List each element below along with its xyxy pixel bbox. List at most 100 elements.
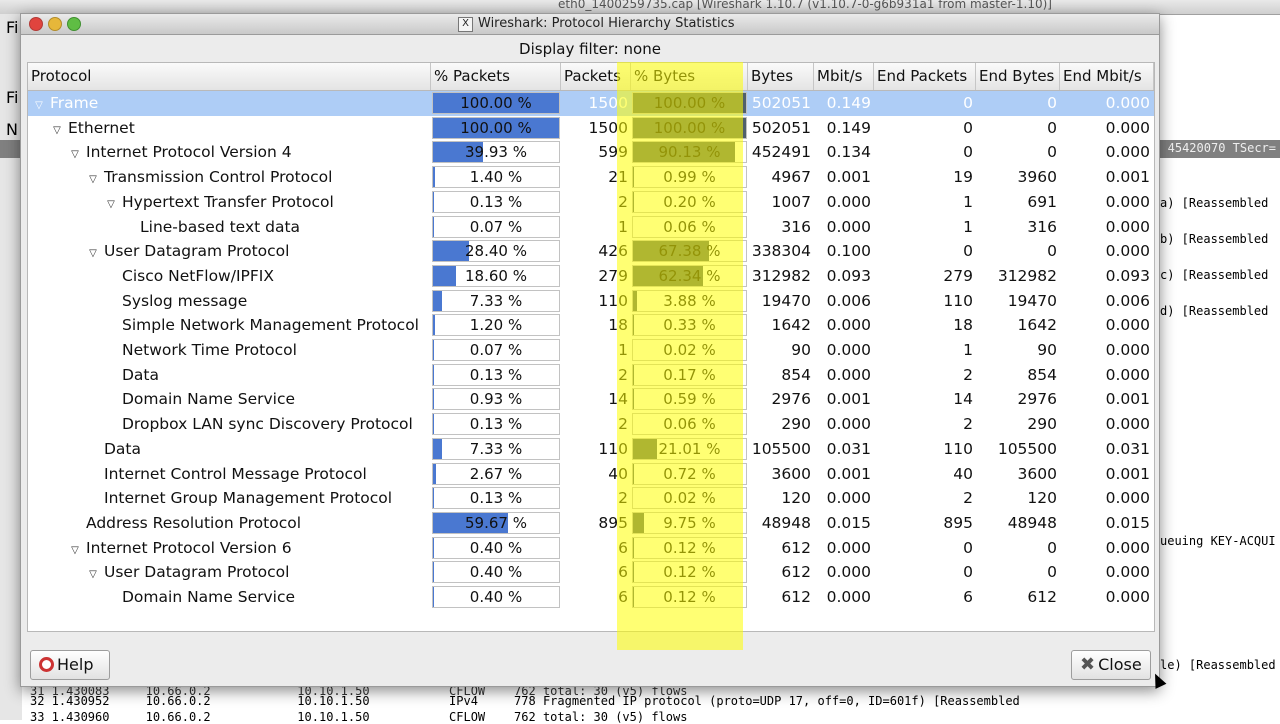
- pct-packets-bar: 0.07 %: [432, 216, 560, 238]
- table-row[interactable]: ▽User Datagram Protocol28.40 %67.38 %426…: [28, 239, 1154, 264]
- menu-fragment[interactable]: Fi: [6, 18, 18, 37]
- column-header-end-mbits[interactable]: End Mbit/s: [1060, 63, 1154, 90]
- menu-fragment-2[interactable]: Fi: [6, 88, 18, 107]
- close-icon: ✖: [1080, 651, 1095, 679]
- mbit-cell: 0.000: [814, 313, 871, 338]
- close-window-button[interactable]: [29, 17, 43, 31]
- table-row[interactable]: ▽Frame100.00 %100.00 %15005020510.149000…: [28, 91, 1154, 116]
- packet-info-line[interactable]: d) [Reassembled: [1160, 304, 1268, 318]
- bytes-cell: 1642: [748, 313, 811, 338]
- disclosure-triangle-icon[interactable]: ▽: [32, 94, 46, 116]
- end-mbit-cell: 0.000: [1060, 190, 1150, 215]
- end-packets-cell: 895: [874, 511, 973, 536]
- mbit-cell: 0.100: [814, 239, 871, 264]
- table-row[interactable]: Cisco NetFlow/IPFIX18.60 %62.34 %2793129…: [28, 264, 1154, 289]
- mbit-cell: 0.149: [814, 116, 871, 141]
- end-bytes-cell: 691: [976, 190, 1057, 215]
- pct-packets-bar-text: 28.40 %: [433, 241, 559, 261]
- packet-info-line[interactable]: le) [Reassembled: [1160, 658, 1276, 672]
- protocol-cell: Internet Control Message Protocol: [28, 462, 486, 487]
- protocol-hierarchy-table: Protocol % Packets Packets % Bytes Bytes…: [27, 62, 1155, 632]
- end-bytes-cell: 854: [976, 363, 1057, 388]
- end-packets-cell: 19: [874, 165, 973, 190]
- disclosure-triangle-icon[interactable]: ▽: [104, 193, 118, 215]
- disclosure-triangle-icon[interactable]: ▽: [68, 143, 82, 165]
- table-row[interactable]: Address Resolution Protocol59.67 %9.75 %…: [28, 511, 1154, 536]
- packets-cell: 1: [561, 338, 628, 363]
- packets-cell: 1500: [561, 91, 628, 116]
- column-header-mbits[interactable]: Mbit/s: [814, 63, 874, 90]
- disclosure-triangle-icon[interactable]: ▽: [68, 539, 82, 561]
- table-row[interactable]: Dropbox LAN sync Discovery Protocol0.13 …: [28, 412, 1154, 437]
- table-row[interactable]: Simple Network Management Protocol1.20 %…: [28, 313, 1154, 338]
- table-row[interactable]: Data0.13 %0.17 %28540.00028540.000: [28, 363, 1154, 388]
- table-row[interactable]: Data7.33 %21.01 %1101055000.031110105500…: [28, 437, 1154, 462]
- pct-bytes-bar: 3.88 %: [632, 290, 747, 312]
- end-mbit-cell: 0.001: [1060, 165, 1150, 190]
- disclosure-triangle-icon[interactable]: ▽: [86, 563, 100, 585]
- pct-bytes-bar: 0.06 %: [632, 216, 747, 238]
- end-mbit-cell: 0.000: [1060, 486, 1150, 511]
- disclosure-triangle-icon[interactable]: ▽: [50, 119, 64, 141]
- end-bytes-cell: 3960: [976, 165, 1057, 190]
- end-mbit-cell: 0.000: [1060, 412, 1150, 437]
- table-row[interactable]: ▽Ethernet100.00 %100.00 %15005020510.149…: [28, 116, 1154, 141]
- bytes-cell: 1007: [748, 190, 811, 215]
- end-bytes-cell: 120: [976, 486, 1057, 511]
- table-row[interactable]: Syslog message7.33 %3.88 %110194700.0061…: [28, 289, 1154, 314]
- end-packets-cell: 2: [874, 486, 973, 511]
- protocol-name: Hypertext Transfer Protocol: [122, 193, 334, 211]
- disclosure-triangle-icon[interactable]: ▽: [86, 242, 100, 264]
- end-bytes-cell: 316: [976, 215, 1057, 240]
- protocol-name: User Datagram Protocol: [104, 242, 289, 260]
- disclosure-triangle-icon[interactable]: ▽: [86, 168, 100, 190]
- end-packets-cell: 2: [874, 363, 973, 388]
- table-row[interactable]: ▽User Datagram Protocol0.40 %0.12 %66120…: [28, 560, 1154, 585]
- pct-packets-bar: 2.67 %: [432, 463, 560, 485]
- protocol-cell: ▽User Datagram Protocol: [28, 239, 486, 264]
- maximize-window-button[interactable]: [67, 17, 81, 31]
- table-row[interactable]: ▽Transmission Control Protocol1.40 %0.99…: [28, 165, 1154, 190]
- packet-info-line[interactable]: c) [Reassembled: [1160, 268, 1268, 282]
- column-header-end-bytes[interactable]: End Bytes: [976, 63, 1060, 90]
- table-row[interactable]: Domain Name Service0.93 %0.59 %1429760.0…: [28, 387, 1154, 412]
- end-packets-cell: 0: [874, 140, 973, 165]
- table-row[interactable]: ▽Internet Protocol Version 439.93 %90.13…: [28, 140, 1154, 165]
- pct-bytes-bar: 0.02 %: [632, 487, 747, 509]
- table-row[interactable]: Line-based text data0.07 %0.06 %13160.00…: [28, 215, 1154, 240]
- end-mbit-cell: 0.000: [1060, 215, 1150, 240]
- packets-cell: 6: [561, 536, 628, 561]
- protocol-name: Domain Name Service: [122, 390, 295, 408]
- table-row[interactable]: Domain Name Service0.40 %0.12 %66120.000…: [28, 585, 1154, 610]
- pct-packets-bar-text: 0.13 %: [433, 365, 559, 385]
- pct-bytes-bar-text: 0.12 %: [633, 587, 746, 607]
- packet-info-line[interactable]: a) [Reassembled: [1160, 196, 1268, 210]
- packets-cell: 14: [561, 387, 628, 412]
- pct-packets-bar: 0.40 %: [432, 537, 560, 559]
- column-header-bytes[interactable]: Bytes: [748, 63, 814, 90]
- column-header-pct-packets[interactable]: % Packets: [431, 63, 561, 90]
- packet-list-row[interactable]: 33 1.430960 10.66.0.2 10.10.1.50 CFLOW 7…: [30, 710, 687, 724]
- table-row[interactable]: ▽Hypertext Transfer Protocol0.13 %0.20 %…: [28, 190, 1154, 215]
- protocol-cell: Address Resolution Protocol: [28, 511, 468, 536]
- column-header-protocol[interactable]: Protocol: [28, 63, 431, 90]
- bytes-cell: 338304: [748, 239, 811, 264]
- mbit-cell: 0.093: [814, 264, 871, 289]
- packet-info-line[interactable]: ueuing KEY-ACQUI: [1160, 534, 1276, 548]
- table-row[interactable]: Network Time Protocol0.07 %0.02 %1900.00…: [28, 338, 1154, 363]
- column-header-pct-bytes[interactable]: % Bytes: [631, 63, 748, 90]
- column-header-packets[interactable]: Packets: [561, 63, 631, 90]
- table-row[interactable]: Internet Control Message Protocol2.67 %0…: [28, 462, 1154, 487]
- table-row[interactable]: ▽Internet Protocol Version 60.40 %0.12 %…: [28, 536, 1154, 561]
- pct-packets-bar: 0.13 %: [432, 364, 560, 386]
- help-button[interactable]: Help: [30, 650, 110, 680]
- protocol-name: Dropbox LAN sync Discovery Protocol: [122, 415, 413, 433]
- packet-list-row[interactable]: 32 1.430952 10.66.0.2 10.10.1.50 IPv4 77…: [30, 694, 1020, 708]
- end-mbit-cell: 0.000: [1060, 338, 1150, 363]
- minimize-window-button[interactable]: [48, 17, 62, 31]
- column-header-end-packets[interactable]: End Packets: [874, 63, 976, 90]
- close-button[interactable]: ✖Close: [1071, 650, 1151, 680]
- pct-bytes-bar-text: 3.88 %: [633, 291, 746, 311]
- packet-info-line[interactable]: b) [Reassembled: [1160, 232, 1268, 246]
- table-row[interactable]: Internet Group Management Protocol0.13 %…: [28, 486, 1154, 511]
